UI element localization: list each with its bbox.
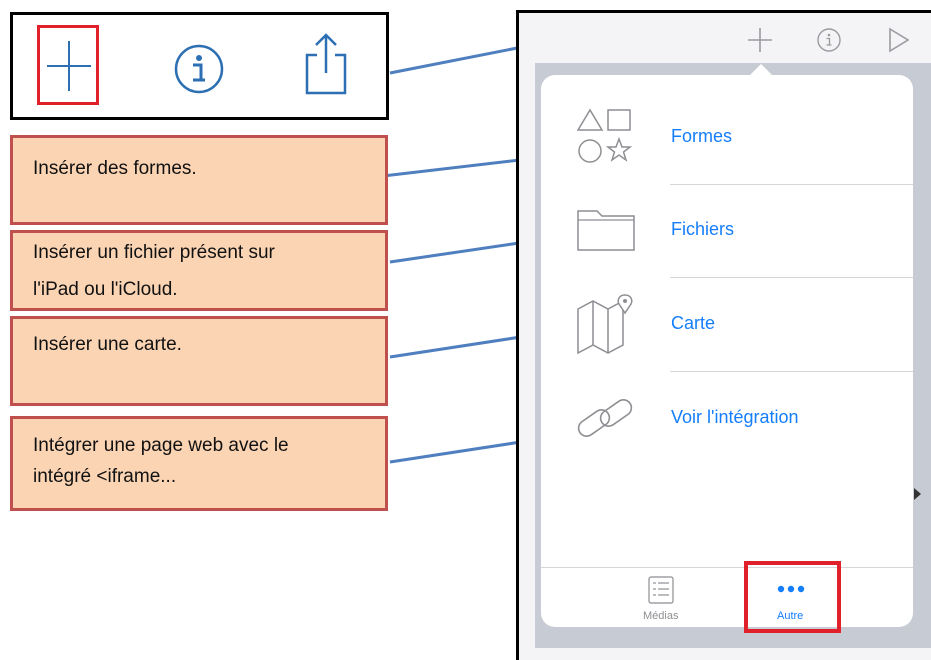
callout-carte: Insérer une carte. — [10, 316, 388, 406]
callout-formes: Insérer des formes. — [10, 135, 388, 225]
info-icon — [174, 44, 224, 94]
callout-embed-line1: Intégrer une page web avec le — [33, 435, 289, 456]
tab-medias-label: Médias — [643, 610, 679, 622]
menu-item-formes[interactable]: Formes — [541, 92, 913, 185]
media-list-icon — [648, 576, 674, 604]
callout-fichiers-line1: Insérer un fichier présent sur — [33, 242, 275, 263]
plus-icon[interactable] — [745, 25, 775, 55]
callout-fichiers-line2: l'iPad ou l'iCloud. — [33, 279, 178, 300]
menu-divider — [670, 371, 913, 372]
shapes-icon — [576, 108, 633, 163]
callout-formes-text: Insérer des formes. — [33, 158, 197, 179]
menu-item-label: Carte — [671, 313, 716, 333]
share-icon — [305, 33, 347, 95]
map-icon — [577, 294, 633, 355]
tab-medias[interactable]: Médias — [631, 574, 691, 624]
info-icon[interactable] — [815, 26, 843, 54]
autre-highlight-box — [744, 561, 841, 633]
callout-embed-line2: intégré <iframe... — [33, 466, 177, 487]
callout-carte-text: Insérer une carte. — [33, 334, 182, 355]
menu-item-label: Voir l'intégration — [671, 407, 799, 427]
callout-fichiers: Insérer un fichier présent sur l'iPad ou… — [10, 230, 388, 311]
toolbar-callout — [10, 12, 389, 120]
menu-item-label: Fichiers — [671, 219, 735, 239]
menu-item-fichiers[interactable]: Fichiers — [541, 185, 913, 278]
folder-icon — [577, 210, 635, 251]
caret-right-icon — [914, 488, 921, 500]
menu-item-label: Formes — [671, 126, 733, 146]
popover-tab-bar: Médias Autre — [541, 567, 913, 627]
callout-embed: Intégrer une page web avec le intégré <i… — [10, 416, 388, 511]
ipad-toolbar — [519, 13, 931, 63]
menu-item-carte[interactable]: Carte — [541, 279, 913, 372]
plus-icon — [47, 41, 91, 91]
menu-item-voir-integration[interactable]: Voir l'intégration — [541, 373, 913, 466]
link-icon — [577, 399, 633, 437]
play-icon[interactable] — [885, 25, 913, 55]
menu-divider — [670, 277, 913, 278]
